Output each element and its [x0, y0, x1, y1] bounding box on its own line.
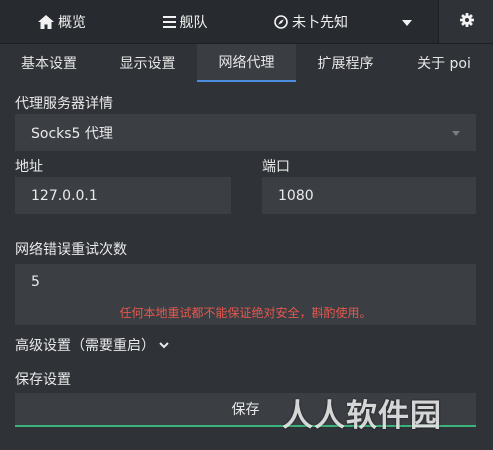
- compass-icon: [274, 14, 288, 29]
- proxy-type-value: Socks5 代理: [31, 125, 113, 142]
- proxy-type-select[interactable]: Socks5 代理: [15, 114, 476, 151]
- tab-extensions[interactable]: 扩展程序: [296, 44, 395, 81]
- address-input[interactable]: [15, 177, 231, 214]
- nav-overview[interactable]: 概览: [0, 0, 124, 43]
- tab-basic[interactable]: 基本设置: [0, 44, 98, 81]
- address-label: 地址: [15, 159, 43, 175]
- settings-button[interactable]: [438, 0, 493, 43]
- retry-count-input[interactable]: [15, 264, 476, 300]
- settings-tabs: 基本设置 显示设置 网络代理 扩展程序 关于 poi: [0, 44, 493, 82]
- caret-down-icon: [402, 14, 412, 30]
- advanced-settings-label: 高级设置（需要重启）: [15, 338, 155, 354]
- retry-warning: 任何本地重试都不能保证绝对安全，斟酌使用。: [15, 300, 476, 325]
- nav-fleet[interactable]: 舰队: [124, 0, 246, 43]
- watermark-text: 人人软件园: [282, 398, 442, 434]
- nav-fleet-label: 舰队: [179, 14, 208, 31]
- nav-plugin[interactable]: 未卜先知: [246, 0, 376, 43]
- proxy-section-title: 代理服务器详情: [15, 96, 113, 112]
- tab-network-proxy[interactable]: 网络代理: [197, 44, 296, 82]
- top-navbar: 概览 舰队 未卜先知: [0, 0, 493, 44]
- nav-overview-label: 概览: [58, 14, 86, 31]
- chevron-down-icon: [159, 341, 169, 349]
- port-label: 端口: [262, 159, 290, 175]
- home-icon: [38, 14, 54, 29]
- tab-display[interactable]: 显示设置: [98, 44, 197, 81]
- caret-down-icon: [452, 130, 460, 136]
- gear-icon: [459, 12, 474, 31]
- retry-label: 网络错误重试次数: [15, 242, 127, 258]
- port-input[interactable]: [262, 177, 476, 214]
- plugin-dropdown-toggle[interactable]: [376, 0, 438, 43]
- save-section-label: 保存设置: [15, 372, 71, 388]
- nav-plugin-label: 未卜先知: [292, 14, 348, 31]
- list-icon: [162, 15, 176, 28]
- tab-about[interactable]: 关于 poi: [395, 44, 493, 81]
- advanced-settings-toggle[interactable]: 高级设置（需要重启）: [15, 335, 169, 355]
